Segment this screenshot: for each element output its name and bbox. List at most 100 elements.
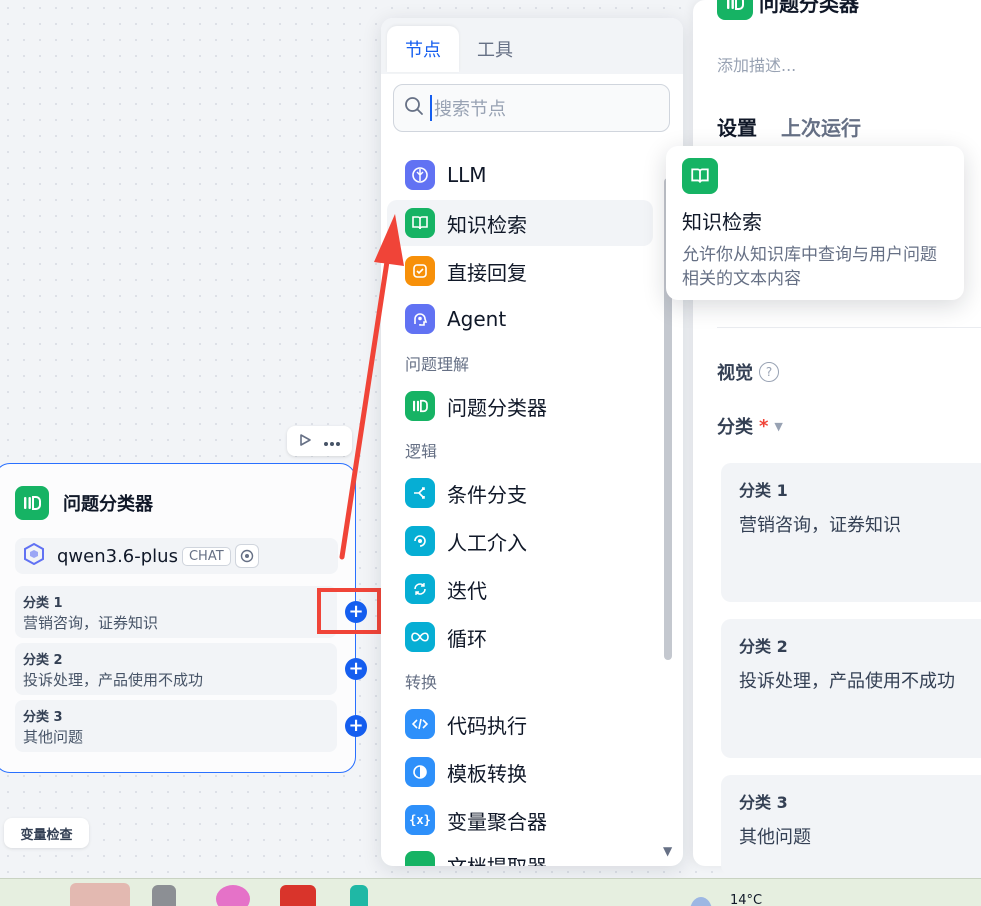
class-item-2[interactable]: 分类 2 投诉处理，产品使用不成功 (15, 643, 337, 695)
search-icon (404, 96, 424, 120)
model-name: qwen3.6-plus (57, 545, 178, 567)
tooltip-desc: 允许你从知识库中查询与用户问题相关的文本内容 (682, 245, 937, 289)
group-logic: 逻辑 (405, 442, 438, 461)
class-title: 分类 2 (23, 653, 63, 668)
taskbar-app[interactable] (216, 885, 250, 906)
panel-title[interactable]: 问题分类器 (759, 0, 859, 17)
item-label: 变量聚合器 (447, 809, 547, 834)
classifier-icon (15, 486, 49, 520)
variable-check-button[interactable]: 变量检查 (4, 818, 89, 848)
loop-icon (405, 622, 435, 652)
node-item-knowledge-retrieval[interactable]: 知识检索 (387, 200, 653, 246)
caret-down-icon[interactable]: ▼ (774, 420, 782, 433)
model-provider-icon (23, 542, 45, 569)
class-item-3[interactable]: 分类 3 其他问题 (15, 700, 337, 752)
vision-label-text: 视觉 (717, 363, 753, 384)
node-item-iteration[interactable]: 迭代 (387, 566, 653, 612)
add-node-class-3-button[interactable]: + (345, 715, 367, 737)
item-label: 文档提取器 (447, 851, 547, 866)
class-label-text: 分类 (717, 417, 753, 438)
node-item-llm[interactable]: LLM (387, 152, 653, 198)
node-settings-panel: 问题分类器 添加描述... 设置 上次运行 视觉 ? 分类 * ▼ 分类 1 营销… (693, 0, 981, 875)
help-icon[interactable]: ? (759, 362, 779, 382)
class-editor-3[interactable]: 分类 3 其他问题 (721, 775, 981, 875)
vision-icon (234, 544, 259, 568)
class-item-1[interactable]: 分类 1 营销咨询，证券知识 (15, 586, 337, 638)
classifier-icon (405, 391, 435, 421)
node-item-template[interactable]: 模板转换 (387, 749, 653, 795)
node-item-human-input[interactable]: 人工介入 (387, 518, 653, 564)
question-classifier-node[interactable]: 问题分类器 qwen3.6-plus CHAT 分类 1 营销咨询，证券知识 分… (0, 463, 356, 773)
classifier-icon (717, 0, 753, 20)
tooltip-title: 知识检索 (682, 210, 762, 234)
class-desc: 其他问题 (23, 728, 84, 746)
class-title: 分类 1 (23, 596, 63, 611)
node-item-direct-reply[interactable]: 直接回复 (387, 248, 653, 294)
required-mark: * (759, 415, 769, 437)
taskbar-app-wechat[interactable] (70, 883, 130, 906)
class-editor-1[interactable]: 分类 1 营销咨询，证券知识 (721, 463, 981, 602)
template-icon (405, 757, 435, 787)
node-item-question-classifier[interactable]: 问题分类器 (387, 383, 653, 429)
node-title: 问题分类器 (63, 494, 153, 515)
variable-icon: {x} (405, 805, 435, 835)
class-editor-2[interactable]: 分类 2 投诉处理，产品使用不成功 (721, 619, 981, 758)
reply-icon (405, 256, 435, 286)
node-tooltip: 知识检索 允许你从知识库中查询与用户问题相关的文本内容 (666, 146, 964, 300)
class-desc[interactable]: 投诉处理，产品使用不成功 (739, 667, 981, 693)
document-icon (405, 851, 435, 866)
node-item-code[interactable]: 代码执行 (387, 701, 653, 747)
weather-temp[interactable]: 14°C (730, 893, 762, 906)
item-label: 条件分支 (447, 482, 527, 507)
chat-mode-badge: CHAT (181, 546, 231, 566)
tab-tools[interactable]: 工具 (459, 26, 531, 72)
llm-icon (405, 160, 435, 190)
book-icon (405, 208, 435, 238)
branch-icon (405, 478, 435, 508)
group-question-understanding: 问题理解 (405, 355, 470, 374)
tab-settings[interactable]: 设置 (717, 112, 757, 141)
search-input[interactable]: 搜索节点 (393, 84, 670, 132)
item-label: 迭代 (447, 578, 487, 603)
model-selector[interactable]: qwen3.6-plus CHAT (15, 538, 338, 574)
class-title: 分类 3 (739, 793, 788, 812)
item-label: 代码执行 (447, 713, 527, 738)
node-item-agent[interactable]: Agent (387, 296, 653, 342)
class-desc[interactable]: 其他问题 (739, 823, 981, 849)
item-label: 人工介入 (447, 530, 527, 555)
item-label: 问题分类器 (447, 395, 547, 420)
divider (717, 327, 981, 328)
node-header: 问题分类器 (15, 486, 153, 520)
book-icon (682, 158, 718, 194)
tab-last-run[interactable]: 上次运行 (781, 112, 861, 141)
play-icon[interactable] (298, 432, 312, 451)
highlight-box (317, 588, 381, 634)
taskbar-app[interactable] (280, 885, 316, 906)
class-title: 分类 1 (739, 481, 788, 500)
agent-icon (405, 304, 435, 334)
human-icon (405, 526, 435, 556)
node-item-variable-aggregator[interactable]: {x} 变量聚合器 (387, 797, 653, 843)
taskbar-app[interactable] (350, 885, 368, 906)
node-item-loop[interactable]: 循环 (387, 614, 653, 660)
vision-label: 视觉 ? (717, 359, 779, 385)
description-input[interactable]: 添加描述... (717, 52, 796, 76)
class-desc: 营销咨询，证券知识 (23, 614, 159, 632)
class-desc: 投诉处理，产品使用不成功 (23, 671, 204, 689)
class-desc[interactable]: 营销咨询，证券知识 (739, 511, 981, 537)
class-title: 分类 3 (23, 710, 63, 725)
iteration-icon (405, 574, 435, 604)
node-action-bar (287, 426, 352, 456)
more-icon[interactable] (323, 432, 341, 451)
item-label: LLM (447, 163, 487, 187)
search-placeholder: 搜索节点 (430, 95, 506, 121)
tab-nodes[interactable]: 节点 (387, 26, 459, 72)
taskbar-app[interactable] (152, 885, 176, 906)
add-node-class-2-button[interactable]: + (345, 658, 367, 680)
picker-tabs: 节点 工具 (387, 26, 531, 72)
scroll-down-icon[interactable]: ▼ (663, 844, 672, 858)
node-item-doc-extractor[interactable]: 文档提取器 (387, 845, 653, 866)
group-transform: 转换 (405, 673, 438, 692)
class-label: 分类 * ▼ (717, 413, 783, 439)
node-item-if-else[interactable]: 条件分支 (387, 470, 653, 516)
